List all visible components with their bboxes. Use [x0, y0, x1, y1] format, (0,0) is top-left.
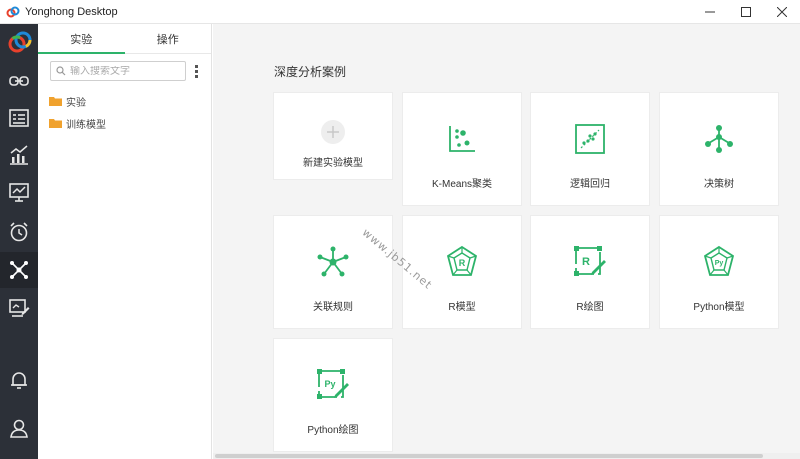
card-python-model[interactable]: Py Python模型	[659, 215, 779, 329]
card-label: Python绘图	[307, 425, 359, 436]
brand-logo-icon[interactable]	[6, 28, 34, 56]
card-decision-tree[interactable]: 决策树	[659, 92, 779, 206]
card-label: 新建实验模型	[303, 158, 363, 169]
card-r-plot[interactable]: R R绘图	[530, 215, 650, 329]
asterisk-network-icon	[317, 246, 349, 277]
more-dot	[194, 64, 198, 68]
minimize-button[interactable]	[692, 0, 728, 24]
user-icon	[10, 419, 28, 438]
card-label: R绘图	[576, 302, 604, 313]
rail-item-user[interactable]	[0, 410, 38, 446]
maximize-icon	[741, 7, 751, 17]
card-logistic-regression[interactable]: 逻辑回归	[530, 92, 650, 206]
rail-item-chart[interactable]	[0, 137, 38, 173]
svg-text:Py: Py	[715, 260, 724, 267]
minimize-icon	[705, 11, 715, 13]
tree-item-experiments[interactable]: 实验	[38, 90, 211, 112]
title-bar: Yonghong Desktop	[0, 0, 800, 24]
r-model-icon: R	[446, 245, 478, 276]
panel-tabs: 实验 操作	[38, 24, 211, 54]
maximize-button[interactable]	[728, 0, 764, 24]
tab-operations[interactable]: 操作	[125, 24, 212, 53]
card-label: 关联规则	[313, 302, 353, 313]
tab-experiments[interactable]: 实验	[38, 24, 125, 54]
link-icon	[9, 76, 29, 86]
screen-edit-icon	[9, 299, 30, 317]
card-label: 逻辑回归	[570, 179, 610, 190]
alarm-icon	[10, 222, 28, 242]
card-kmeans[interactable]: K-Means聚类	[402, 92, 522, 206]
python-plot-icon: Py	[317, 369, 349, 399]
svg-text:R: R	[582, 256, 590, 268]
app-logo-icon	[6, 6, 20, 17]
folder-icon	[49, 97, 62, 106]
network-icon	[10, 261, 28, 279]
folder-icon	[49, 119, 62, 128]
close-icon	[777, 7, 787, 17]
close-button[interactable]	[764, 0, 800, 24]
svg-text:Py: Py	[324, 379, 335, 389]
rail-item-network[interactable]	[0, 252, 38, 288]
r-plot-icon: R	[574, 246, 606, 276]
card-label: Python模型	[693, 302, 745, 313]
tree-item-label: 实验	[66, 97, 86, 109]
window-title: Yonghong Desktop	[25, 5, 118, 18]
nav-rail	[0, 24, 38, 459]
search-box	[50, 61, 186, 81]
card-label: 决策树	[704, 179, 734, 190]
rail-item-screen-edit[interactable]	[0, 290, 38, 326]
card-label: R模型	[448, 302, 476, 313]
rail-item-list[interactable]	[0, 100, 38, 136]
list-icon	[9, 109, 29, 127]
rail-item-link[interactable]	[0, 63, 38, 99]
tree-item-trained-models[interactable]: 训练模型	[38, 112, 211, 134]
scrollbar-thumb[interactable]	[215, 454, 763, 458]
more-dot	[194, 74, 198, 78]
bell-icon	[11, 372, 27, 389]
horizontal-scrollbar[interactable]	[213, 453, 800, 459]
rail-item-alarm[interactable]	[0, 214, 38, 250]
regression-icon	[575, 124, 605, 154]
svg-text:R: R	[459, 258, 466, 268]
python-model-icon: Py	[703, 245, 735, 276]
card-new-experiment[interactable]: 新建实验模型	[273, 92, 393, 180]
scatter-icon	[449, 126, 475, 152]
section-title: 深度分析案例	[274, 65, 347, 79]
rail-item-presentation[interactable]	[0, 174, 38, 210]
card-python-plot[interactable]: Py Python绘图	[273, 338, 393, 452]
search-input[interactable]	[70, 65, 180, 77]
presentation-icon	[9, 183, 29, 202]
rail-item-notifications[interactable]	[0, 362, 38, 398]
tree-icon	[705, 125, 733, 153]
card-label: K-Means聚类	[431, 179, 492, 190]
search-icon	[56, 66, 66, 76]
more-dot	[194, 69, 198, 73]
plus-icon	[321, 120, 345, 144]
tree-item-label: 训练模型	[66, 119, 106, 131]
main-content: 深度分析案例 新建实验模型 K-Means聚类 逻辑回归 决策树 关联规则 R	[213, 24, 800, 459]
bar-chart-icon	[10, 145, 28, 165]
explorer-panel: 实验 操作 实验 训练模型	[38, 24, 212, 459]
more-options-button[interactable]	[192, 63, 200, 79]
